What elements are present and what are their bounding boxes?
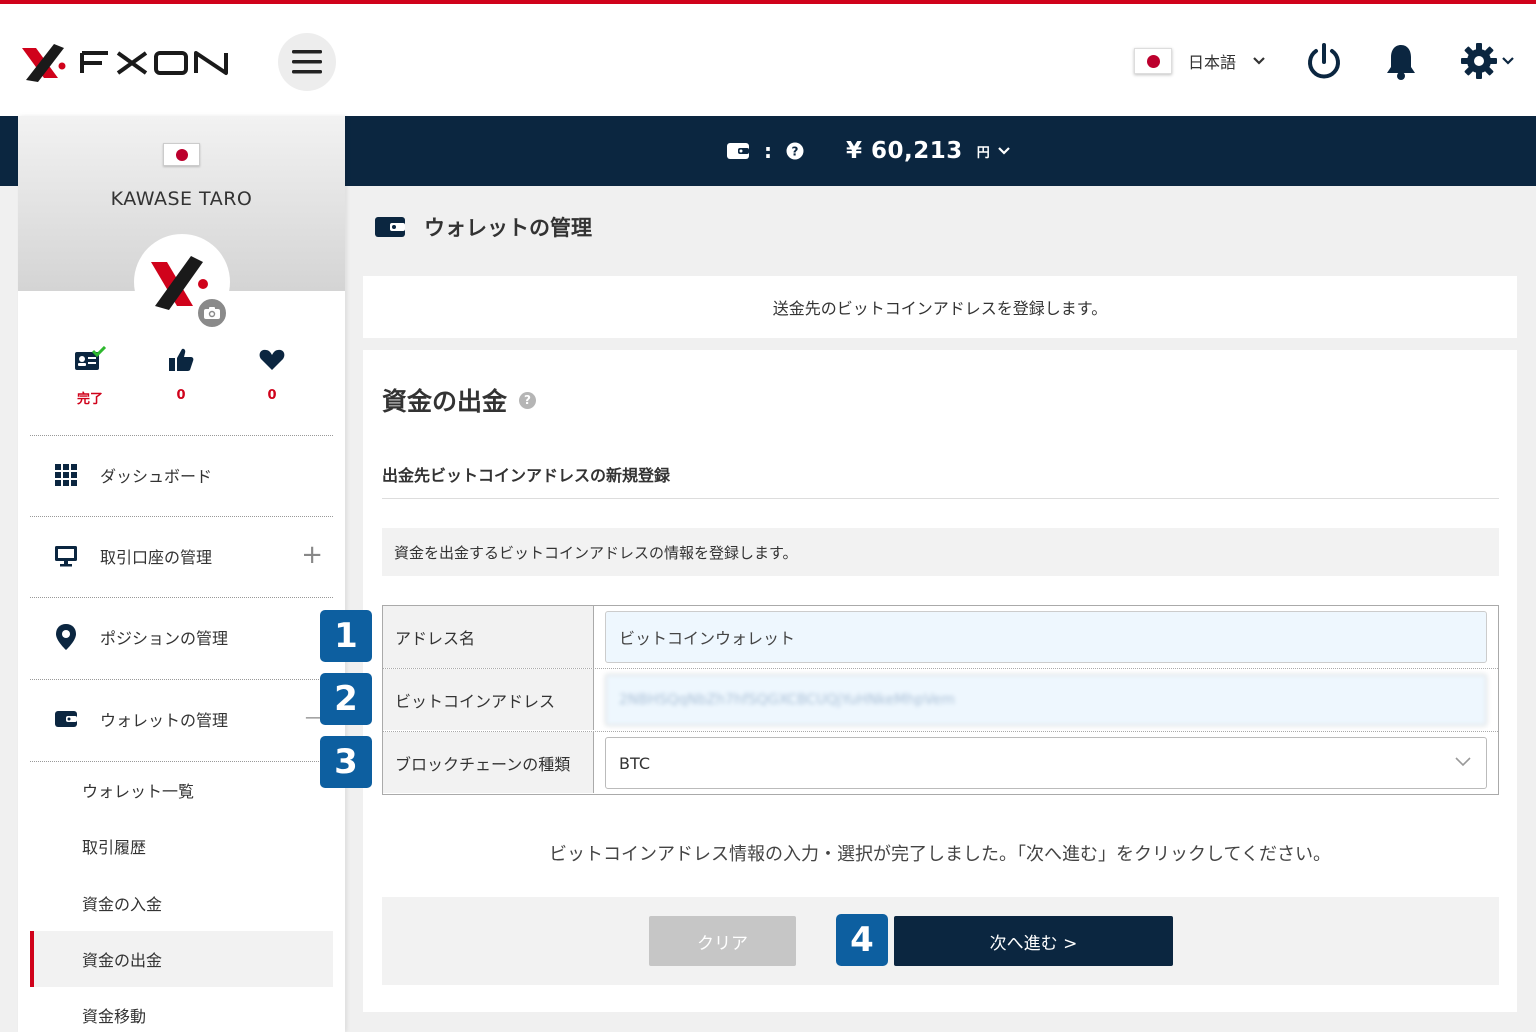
- top-bar: 日本語: [0, 0, 1536, 116]
- heart-icon: [259, 349, 285, 370]
- section-divider: [382, 498, 1499, 499]
- btc-address-label: ビットコインアドレス: [383, 669, 594, 730]
- question-circle-icon[interactable]: ?: [786, 142, 804, 160]
- hamburger-icon: [292, 50, 322, 74]
- change-avatar-button[interactable]: [196, 297, 228, 329]
- power-icon[interactable]: [1306, 42, 1342, 82]
- balance-separator: :: [764, 139, 772, 163]
- japan-flag-icon: [163, 143, 200, 166]
- map-pin-icon: [56, 624, 76, 650]
- step-badge-4: 4: [836, 914, 888, 966]
- id-card-check-icon: [75, 345, 107, 370]
- address-form: アドレス名 ビットコインウォレット ビットコインアドレス 2NBHSQqNbZh…: [382, 605, 1499, 795]
- form-row-chain: ブロックチェーンの種類 BTC: [383, 731, 1498, 793]
- section-title: 出金先ビットコインアドレスの新規登録: [382, 466, 671, 485]
- sidebar-item-dashboard[interactable]: ダッシュボード: [30, 435, 333, 515]
- favorites-value: 0: [267, 388, 277, 403]
- bell-icon[interactable]: [1384, 42, 1418, 82]
- gear-icon: [1461, 43, 1497, 79]
- help-icon[interactable]: ?: [519, 391, 537, 409]
- language-label: 日本語: [1188, 53, 1237, 72]
- form-row-address-name: アドレス名 ビットコインウォレット: [383, 606, 1498, 668]
- japan-flag-icon: [1134, 48, 1172, 74]
- svg-text:?: ?: [792, 145, 799, 159]
- sidebar-item-label: 取引口座の管理: [100, 548, 213, 567]
- verification-status[interactable]: 完了: [65, 345, 115, 407]
- fxon-logo[interactable]: [18, 38, 238, 86]
- page-title-text: ウォレットの管理: [424, 216, 592, 240]
- camera-icon: [204, 307, 220, 319]
- monitor-icon: [55, 546, 77, 567]
- chevron-down-icon: [1253, 57, 1265, 65]
- sidebar-subitem-history[interactable]: 取引履歴: [30, 818, 333, 874]
- thumbs-up-icon: [169, 348, 194, 371]
- sidebar-item-accounts[interactable]: 取引口座の管理 +: [30, 516, 333, 596]
- sidebar-subitem-withdrawal[interactable]: 資金の出金: [30, 931, 333, 987]
- settings-menu[interactable]: [1460, 42, 1514, 80]
- withdrawal-panel: 資金の出金 ? 出金先ビットコインアドレスの新規登録 資金を出金するビットコイン…: [363, 350, 1517, 1012]
- language-selector[interactable]: 日本語: [1134, 48, 1266, 74]
- clear-button[interactable]: クリア: [649, 916, 796, 966]
- wallet-icon: [55, 711, 77, 727]
- chevron-down-icon[interactable]: [998, 146, 1010, 156]
- sidebar-item-positions[interactable]: ポジションの管理: [30, 597, 333, 677]
- likes-count[interactable]: 0: [156, 346, 206, 403]
- likes-value: 0: [176, 388, 186, 403]
- grid-icon: [55, 464, 77, 486]
- address-name-input[interactable]: ビットコインウォレット: [605, 611, 1487, 663]
- chain-label: ブロックチェーンの種類: [383, 732, 594, 793]
- user-name: KAWASE TARO: [110, 188, 253, 210]
- chain-selected-value: BTC: [619, 753, 650, 773]
- panel-title: 資金の出金 ?: [382, 382, 537, 418]
- favorites-count[interactable]: 0: [247, 346, 297, 403]
- chevron-down-icon: [1455, 757, 1471, 767]
- notice-banner: 送金先のビットコインアドレスを登録します。: [363, 276, 1517, 338]
- wallet-icon: [727, 143, 749, 159]
- step-badge-2: 2: [320, 673, 372, 725]
- step-badge-1: 1: [320, 610, 372, 662]
- chevron-down-icon: [1502, 57, 1514, 65]
- sidebar-subitem-deposit[interactable]: 資金の入金: [30, 875, 333, 931]
- chain-select[interactable]: BTC: [605, 737, 1487, 789]
- btc-address-input[interactable]: 2NBHSQqNbZh7hfSQGXCBCUQjYuHNkeMhpVem: [605, 674, 1487, 726]
- balance-unit: 円: [976, 145, 990, 161]
- expand-plus-icon[interactable]: +: [301, 542, 323, 568]
- info-box: 資金を出金するビットコインアドレスの情報を登録します。: [382, 528, 1499, 576]
- address-name-label: アドレス名: [383, 606, 594, 668]
- sidebar-subitem-transfer[interactable]: 資金移動: [30, 987, 333, 1032]
- sidebar-subitem-wallet-list[interactable]: ウォレット一覧: [30, 762, 333, 818]
- sidebar-item-label: ポジションの管理: [100, 629, 229, 648]
- button-area: クリア 次へ進む >: [382, 897, 1499, 985]
- step-badge-3: 3: [320, 736, 372, 788]
- next-button[interactable]: 次へ進む >: [894, 916, 1173, 966]
- verification-label: 完了: [76, 392, 103, 407]
- form-row-btc-address: ビットコインアドレス 2NBHSQqNbZh7hfSQGXCBCUQjYuHNk…: [383, 668, 1498, 730]
- wallet-icon: [375, 217, 405, 237]
- sidebar: KAWASE TARO 完了 0 0 ダッシュボード 取引口座の管理 + ポジシ…: [18, 116, 345, 1032]
- balance-amount: ¥ 60,213: [846, 138, 963, 164]
- sidebar-item-wallet[interactable]: ウォレットの管理 —: [30, 679, 333, 759]
- completion-message: ビットコインアドレス情報の入力・選択が完了しました。「次へ進む」をクリックしてく…: [549, 844, 1331, 865]
- sidebar-item-label: ウォレットの管理: [100, 711, 229, 730]
- menu-toggle-button[interactable]: [278, 33, 336, 91]
- sidebar-item-label: ダッシュボード: [100, 467, 213, 486]
- balance-display[interactable]: : ? ¥ 60,213 円: [726, 133, 1010, 169]
- page-title: ウォレットの管理: [374, 212, 592, 242]
- panel-title-text: 資金の出金: [382, 387, 508, 416]
